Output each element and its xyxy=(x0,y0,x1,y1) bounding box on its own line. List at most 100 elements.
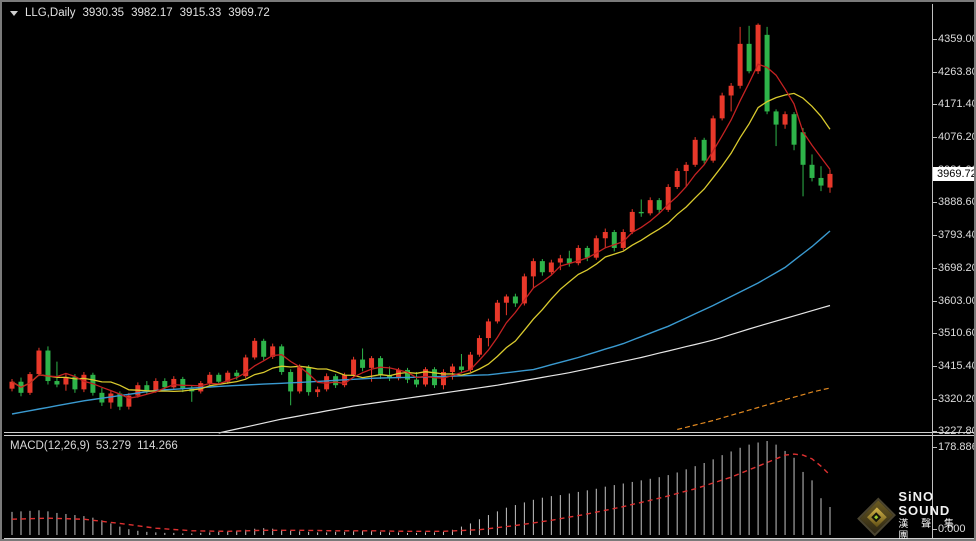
ma-yellow-line xyxy=(12,93,830,391)
price-axis-label: 3510.60 xyxy=(938,327,976,339)
symbol-period-label: LLG,Daily xyxy=(25,7,76,19)
candle-up xyxy=(558,258,563,262)
macd-axis-max-label: 178.886 xyxy=(938,441,976,453)
candle-down xyxy=(585,248,590,258)
candle-up xyxy=(351,360,356,375)
candle-down xyxy=(774,111,779,124)
price-axis-label: 3415.40 xyxy=(938,360,976,372)
price-axis-label-tick xyxy=(932,72,937,73)
candle-down xyxy=(414,380,419,385)
macd-signal-value: 114.266 xyxy=(137,440,178,452)
price-axis-label: 3320.20 xyxy=(938,393,976,405)
candle-up xyxy=(297,367,302,391)
candle-down xyxy=(513,296,518,303)
candle-up xyxy=(495,303,500,322)
candle-up xyxy=(153,381,158,391)
candle-up xyxy=(684,165,689,171)
candle-up xyxy=(828,174,833,188)
macd-signal-line xyxy=(12,454,830,531)
candle-down xyxy=(801,132,806,165)
low-value: 3915.33 xyxy=(180,7,222,19)
candle-down xyxy=(162,381,167,387)
candle-down xyxy=(459,366,464,369)
ma-red-line xyxy=(12,64,830,398)
candle-up xyxy=(549,263,554,273)
price-axis-label: 3227.80 xyxy=(938,425,976,437)
price-axis-label: 4171.40 xyxy=(938,98,976,110)
candle-up xyxy=(693,140,698,165)
candle-up xyxy=(486,321,491,338)
price-axis-label-tick xyxy=(932,268,937,269)
candle-up xyxy=(450,366,455,372)
candle-down xyxy=(702,140,707,161)
price-axis-label-tick xyxy=(932,235,937,236)
sino-sound-logo: SiNO SOUND 漢 聲 集 團 xyxy=(864,490,974,541)
price-axis-label-tick xyxy=(932,301,937,302)
candle-down xyxy=(540,261,545,272)
candle-up xyxy=(369,358,374,368)
candle-down xyxy=(747,44,752,71)
price-axis-label-tick xyxy=(932,333,937,334)
ma-blue-line xyxy=(12,231,830,414)
candle-down xyxy=(360,360,365,368)
price-axis-label: 3793.40 xyxy=(938,229,976,241)
candle-up xyxy=(315,389,320,392)
candle-down xyxy=(261,341,266,357)
bottom-border xyxy=(4,538,976,539)
price-axis-label-tick xyxy=(932,431,937,432)
price-axis-label-tick xyxy=(932,39,937,40)
candle-down xyxy=(216,375,221,382)
candle-up xyxy=(477,338,482,355)
candle-up xyxy=(171,379,176,387)
candle-up xyxy=(531,261,536,276)
logo-brand-cn-text: 漢 聲 集 團 xyxy=(898,519,974,541)
high-value: 3982.17 xyxy=(131,7,173,19)
price-axis-label-tick xyxy=(932,104,937,105)
price-axis-label: 3888.60 xyxy=(938,196,976,208)
candle-down xyxy=(288,372,293,391)
candlestick-chart[interactable] xyxy=(2,2,932,434)
price-axis-label-tick xyxy=(932,399,937,400)
panel-splitter[interactable] xyxy=(4,432,976,433)
chart-window: LLG,Daily 3930.35 3982.17 3915.33 3969.7… xyxy=(0,0,976,541)
macd-name: MACD(12,26,9) xyxy=(10,440,90,452)
candle-down xyxy=(180,379,185,389)
logo-brand-text: SiNO SOUND xyxy=(898,490,974,518)
macd-indicator-label: MACD(12,26,9) 53.279 114.266 xyxy=(10,440,178,452)
candle-down xyxy=(234,373,239,376)
chevron-down-icon xyxy=(10,11,18,16)
close-value: 3969.72 xyxy=(228,7,270,19)
candle-up xyxy=(252,341,257,358)
ma-orange-line xyxy=(677,388,830,430)
candle-up xyxy=(783,114,788,124)
price-axis-label: 4359.00 xyxy=(938,33,976,45)
price-axis-label-tick xyxy=(932,137,937,138)
candle-up xyxy=(648,200,653,213)
candle-up xyxy=(720,95,725,118)
candle-up xyxy=(207,375,212,383)
candle-up xyxy=(630,212,635,232)
candle-up xyxy=(36,351,41,375)
price-axis-label: 3603.00 xyxy=(938,295,976,307)
candle-down xyxy=(54,381,59,384)
candle-down xyxy=(306,367,311,392)
price-axis-label: 3698.20 xyxy=(938,262,976,274)
candle-up xyxy=(738,44,743,86)
candle-down xyxy=(819,178,824,186)
candle-up xyxy=(108,394,113,403)
candle-down xyxy=(657,200,662,210)
candle-down xyxy=(765,35,770,112)
open-value: 3930.35 xyxy=(83,7,125,19)
candle-up xyxy=(675,171,680,187)
candle-down xyxy=(810,165,815,178)
candle-down xyxy=(144,385,149,391)
candle-up xyxy=(729,86,734,96)
price-axis-label: 4076.20 xyxy=(938,131,976,143)
panel-splitter-lower[interactable] xyxy=(4,435,976,436)
candle-up xyxy=(504,296,509,302)
candle-down xyxy=(639,212,644,213)
candle-down xyxy=(279,346,284,372)
macd-main-value: 53.279 xyxy=(96,440,131,452)
candle-down xyxy=(792,114,797,144)
chart-header: LLG,Daily 3930.35 3982.17 3915.33 3969.7… xyxy=(10,7,270,19)
